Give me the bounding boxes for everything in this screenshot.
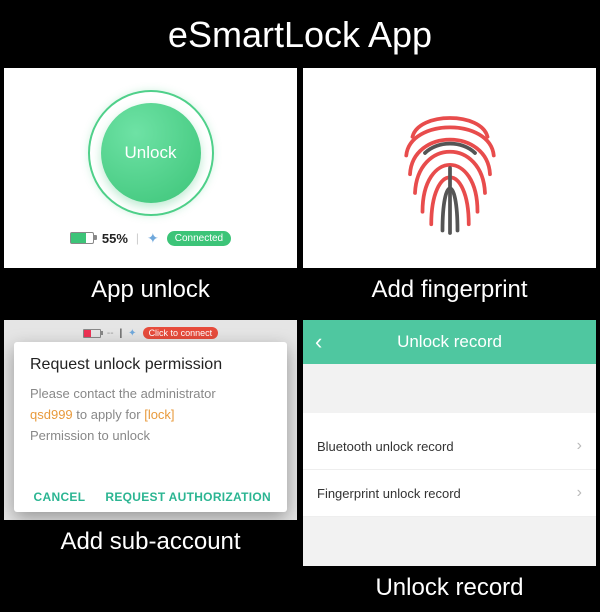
battery-percentage: 55% — [102, 231, 128, 246]
cards-grid: Unlock 55% | ✦ Connected App unlock — [0, 68, 600, 566]
card-add-subaccount: -- | ✦ Click to connect Request unlock p… — [4, 320, 297, 566]
back-icon[interactable]: ‹ — [315, 329, 322, 355]
record-header-title: Unlock record — [397, 332, 502, 352]
unlock-ring: Unlock — [88, 90, 214, 216]
card-app-unlock: Unlock 55% | ✦ Connected App unlock — [4, 68, 297, 314]
page-title: eSmartLock App — [0, 0, 600, 68]
request-authorization-button[interactable]: REQUEST AUTHORIZATION — [105, 490, 271, 504]
permission-dialog: Request unlock permission Please contact… — [14, 342, 287, 512]
fingerprint-icon — [385, 93, 515, 243]
unlock-button[interactable]: Unlock — [101, 103, 201, 203]
battery-icon — [70, 232, 94, 244]
chevron-right-icon: › — [577, 437, 582, 455]
fingerprint-record-row[interactable]: Fingerprint unlock record › — [303, 470, 596, 517]
caption-unlock-record: Unlock record — [303, 566, 596, 612]
record-header: ‹ Unlock record — [303, 320, 596, 364]
bluetooth-record-row[interactable]: Bluetooth unlock record › — [303, 423, 596, 470]
cancel-button[interactable]: CANCEL — [34, 490, 86, 504]
status-row: 55% | ✦ Connected — [70, 230, 231, 247]
bluetooth-icon: ✦ — [147, 230, 159, 247]
lock-name: [lock] — [144, 407, 174, 422]
connected-badge: Connected — [167, 231, 231, 246]
caption-add-subaccount: Add sub-account — [4, 520, 297, 566]
admin-name: qsd999 — [30, 407, 73, 422]
card-unlock-record: ‹ Unlock record Bluetooth unlock record … — [303, 320, 596, 566]
click-to-connect-badge[interactable]: Click to connect — [143, 327, 219, 339]
dialog-body: Please contact the administrator qsd999 … — [30, 384, 271, 484]
caption-add-fingerprint: Add fingerprint — [303, 268, 596, 314]
card-add-fingerprint: Add fingerprint — [303, 68, 596, 314]
caption-app-unlock: App unlock — [4, 268, 297, 314]
dialog-title: Request unlock permission — [30, 356, 271, 374]
chevron-right-icon: › — [577, 484, 582, 502]
